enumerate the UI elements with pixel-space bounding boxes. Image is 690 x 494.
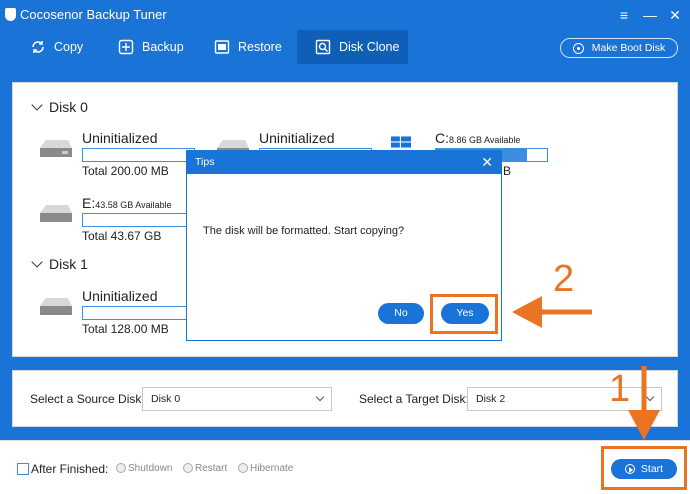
app-title: Cocosenor Backup Tuner	[20, 7, 167, 22]
chevron-down-icon	[31, 256, 43, 268]
copy-icon	[32, 41, 44, 53]
disk-0-title: Disk 0	[49, 99, 88, 115]
start-highlight-box	[601, 446, 687, 490]
partition-name: Uninitialized	[82, 130, 158, 146]
target-disk-value: Disk 2	[476, 393, 506, 405]
chevron-down-icon	[315, 392, 325, 402]
disk-1-header[interactable]: Disk 1	[31, 256, 88, 272]
partition-name: Uninitialized	[259, 130, 335, 146]
restore-icon	[214, 40, 230, 54]
source-disk-value: Disk 0	[151, 393, 181, 405]
tab-restore[interactable]: Restore	[214, 30, 284, 64]
source-disk-label: Select a Source Disk:	[30, 392, 145, 406]
menu-icon[interactable]: ≡	[614, 5, 634, 25]
title-bar: Cocosenor Backup Tuner ≡ — ✕	[0, 0, 690, 30]
app-logo-icon	[5, 8, 16, 21]
chevron-down-icon	[31, 99, 43, 111]
shutdown-radio[interactable]	[116, 463, 126, 473]
footer-bar: After Finished: Shutdown Restart Hiberna…	[0, 440, 690, 494]
app-window: Cocosenor Backup Tuner ≡ — ✕ Copy Backup	[0, 0, 690, 494]
tab-disk-clone[interactable]: Disk Clone	[297, 30, 408, 64]
minimize-button[interactable]: —	[640, 5, 660, 25]
tab-copy[interactable]: Copy	[30, 30, 90, 64]
partition-letter: E:	[82, 195, 96, 211]
tab-copy-label: Copy	[54, 40, 84, 54]
disk-select-panel: Select a Source Disk: Disk 0 Select a Ta…	[12, 370, 678, 427]
backup-icon	[118, 39, 134, 55]
windows-icon	[391, 136, 411, 148]
partition-total: Total 200.00 MB	[82, 164, 169, 178]
usage-bar	[82, 213, 195, 227]
partition-disk1-1[interactable]: Uninitialized Total 128.00 MB	[38, 288, 208, 348]
restart-radio[interactable]	[183, 463, 193, 473]
restart-label: Restart	[195, 463, 228, 474]
tab-restore-label: Restore	[238, 40, 282, 54]
tab-disk-clone-label: Disk Clone	[339, 40, 400, 54]
partition-name: C:8.86 GB Available	[435, 130, 520, 146]
partition-available: 8.86 GB Available	[449, 135, 521, 145]
target-disk-label: Select a Target Disk:	[359, 392, 469, 406]
hibernate-radio[interactable]	[238, 463, 248, 473]
dialog-title: Tips	[187, 151, 501, 174]
make-boot-disk-label: Make Boot Disk	[591, 42, 666, 54]
dialog-message: The disk will be formatted. Start copyin…	[203, 225, 405, 237]
disc-icon	[572, 42, 584, 54]
disk-clone-icon	[315, 39, 331, 55]
after-finished-checkbox[interactable]	[17, 463, 29, 475]
usage-bar	[82, 148, 195, 162]
arrow-down-icon	[628, 366, 660, 440]
hibernate-label: Hibernate	[250, 463, 294, 474]
drive-icon	[40, 205, 72, 222]
partition-name: E:43.58 GB Available	[82, 195, 172, 211]
tab-backup-label: Backup	[142, 40, 184, 54]
disk-0-header[interactable]: Disk 0	[31, 99, 88, 115]
partition-letter: C:	[435, 130, 449, 146]
arrow-left-icon	[512, 296, 592, 328]
partition-name: Uninitialized	[82, 288, 158, 304]
no-button[interactable]: No	[378, 303, 424, 324]
make-boot-disk-button[interactable]: Make Boot Disk	[560, 38, 678, 58]
disk-1-title: Disk 1	[49, 256, 88, 272]
partition-total: B	[503, 164, 512, 178]
partition-disk0-1[interactable]: Uninitialized Total 200.00 MB	[38, 130, 208, 190]
yes-highlight-box	[430, 294, 498, 334]
close-button[interactable]: ✕	[665, 5, 685, 25]
close-icon[interactable]: ✕	[481, 154, 493, 171]
shutdown-label: Shutdown	[128, 463, 173, 474]
drive-icon	[40, 298, 72, 315]
partition-available: 43.58 GB Available	[95, 200, 172, 210]
after-finished-label: After Finished:	[31, 462, 109, 476]
tab-backup[interactable]: Backup	[118, 30, 188, 64]
source-disk-select[interactable]: Disk 0	[142, 387, 332, 411]
partition-total: Total 43.67 GB	[82, 229, 162, 243]
drive-icon	[40, 140, 72, 157]
partition-total: Total 128.00 MB	[82, 322, 169, 336]
partition-disk0-e[interactable]: E:43.58 GB Available Total 43.67 GB	[38, 195, 208, 255]
usage-bar	[82, 306, 195, 320]
